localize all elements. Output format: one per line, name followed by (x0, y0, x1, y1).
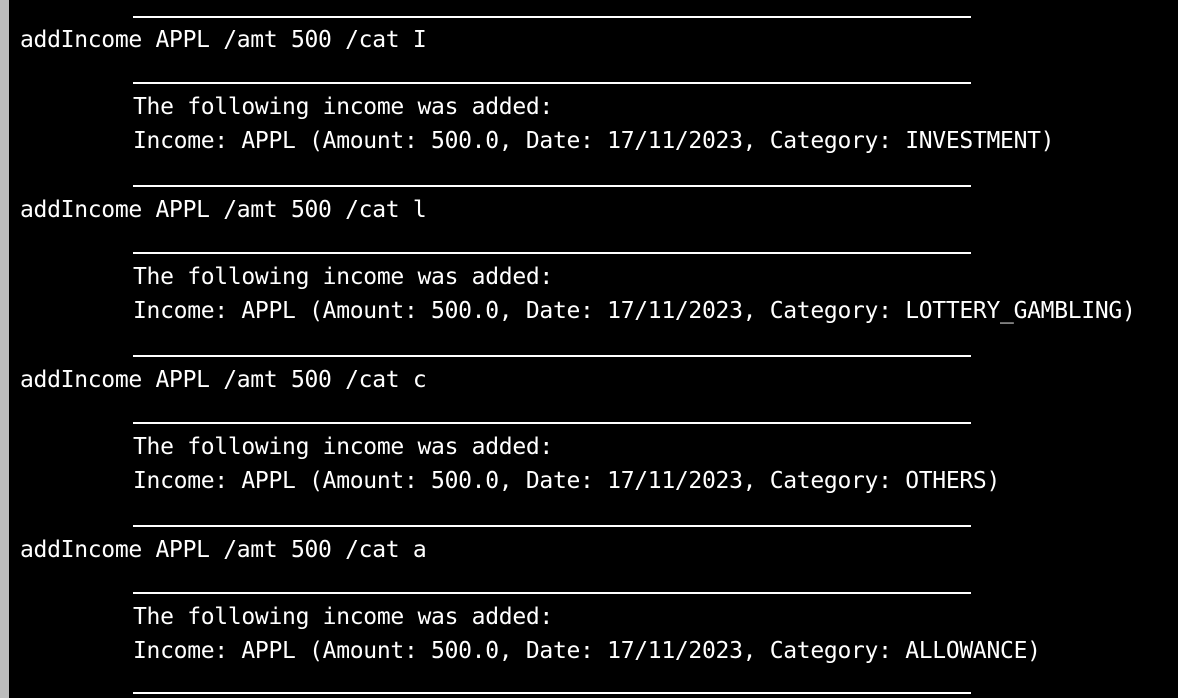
separator-line (133, 422, 971, 424)
window-edge (0, 0, 9, 698)
output-result: Income: APPL (Amount: 500.0, Date: 17/11… (133, 128, 1055, 154)
separator-line (133, 82, 971, 84)
separator-line (133, 355, 971, 357)
command-line: addIncome APPL /amt 500 /cat l (20, 197, 427, 223)
command-line: addIncome APPL /amt 500 /cat a (20, 537, 427, 563)
command-line: addIncome APPL /amt 500 /cat c (20, 367, 427, 393)
command-line: addIncome APPL /amt 500 /cat I (20, 27, 427, 53)
separator-line (133, 692, 971, 694)
separator-line (133, 592, 971, 594)
output-message: The following income was added: (133, 604, 553, 630)
output-message: The following income was added: (133, 434, 553, 460)
separator-line (133, 185, 971, 187)
output-result: Income: APPL (Amount: 500.0, Date: 17/11… (133, 468, 1001, 494)
separator-line (133, 252, 971, 254)
terminal-window[interactable]: addIncome APPL /amt 500 /cat I The follo… (0, 0, 1178, 698)
output-result: Income: APPL (Amount: 500.0, Date: 17/11… (133, 298, 1136, 324)
output-message: The following income was added: (133, 264, 553, 290)
separator-line (133, 16, 971, 18)
separator-line (133, 525, 971, 527)
output-message: The following income was added: (133, 94, 553, 120)
output-result: Income: APPL (Amount: 500.0, Date: 17/11… (133, 638, 1041, 664)
